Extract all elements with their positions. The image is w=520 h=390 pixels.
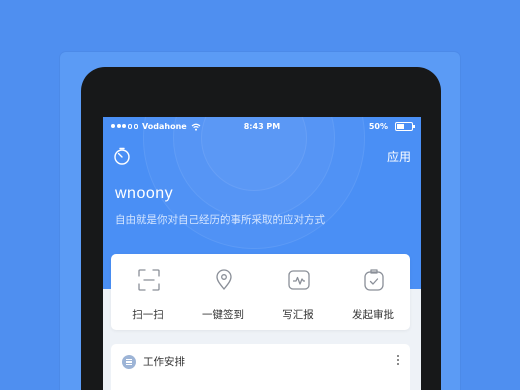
- app-screen: Vodahone 8:43 PM 50% 应用 wnoony 自由就是你对自己经…: [103, 117, 421, 390]
- work-schedule-card[interactable]: 工作安排: [111, 344, 410, 390]
- action-approval[interactable]: 发起审批: [336, 254, 410, 330]
- action-label: 写汇报: [282, 309, 314, 321]
- action-report[interactable]: 写汇报: [261, 254, 335, 330]
- battery-icon: [395, 122, 415, 131]
- action-scan[interactable]: 扫一扫: [111, 254, 185, 330]
- list-icon: [122, 355, 136, 369]
- more-vertical-icon[interactable]: [396, 353, 400, 367]
- battery-percent: 50%: [368, 122, 388, 131]
- apps-button[interactable]: 应用: [387, 148, 411, 165]
- location-pin-icon: [216, 269, 232, 291]
- quick-actions-card: 扫一扫 一键签到 写汇报 发起审批: [111, 254, 410, 330]
- profile-tagline: 自由就是你对自己经历的事所采取的应对方式: [115, 214, 325, 226]
- report-icon: [288, 270, 310, 290]
- action-checkin[interactable]: 一键签到: [186, 254, 260, 330]
- scan-icon: [138, 269, 160, 291]
- action-label: 扫一扫: [132, 309, 164, 321]
- clock-icon[interactable]: [112, 146, 132, 166]
- action-label: 一键签到: [202, 309, 244, 321]
- username: wnoony: [115, 185, 174, 202]
- battery-fill: [397, 124, 404, 129]
- action-label: 发起审批: [352, 309, 394, 321]
- approval-icon: [364, 269, 384, 291]
- status-bar: Vodahone 8:43 PM 50%: [103, 117, 421, 137]
- work-schedule-title: 工作安排: [143, 356, 185, 368]
